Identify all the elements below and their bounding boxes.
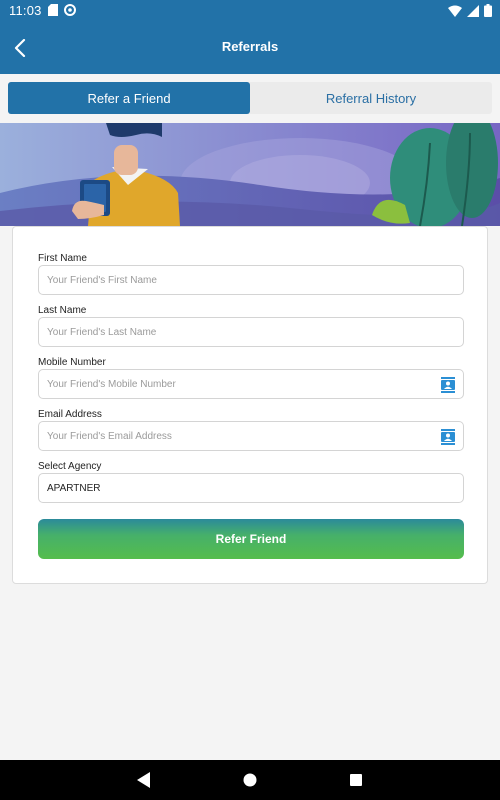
tab-refer-a-friend[interactable]: Refer a Friend <box>8 82 250 114</box>
wifi-icon <box>448 5 462 17</box>
mobile-number-input[interactable]: Your Friend's Mobile Number <box>38 369 464 399</box>
mobile-number-label: Mobile Number <box>38 357 106 368</box>
home-circle-icon <box>243 773 257 787</box>
last-name-input[interactable]: Your Friend's Last Name <box>38 317 464 347</box>
recents-square-icon <box>350 774 362 786</box>
battery-icon <box>484 4 492 17</box>
referral-banner-illustration <box>0 123 500 226</box>
contact-book-icon[interactable] <box>441 377 455 393</box>
nav-home-button[interactable] <box>240 770 260 790</box>
agency-select[interactable]: APARTNER <box>38 473 464 503</box>
app-bar: Referrals <box>0 22 500 74</box>
tab-referral-history[interactable]: Referral History <box>250 82 492 114</box>
status-bar: 11:03 <box>0 0 500 22</box>
mobile-number-placeholder: Your Friend's Mobile Number <box>47 379 176 390</box>
first-name-label: First Name <box>38 253 87 264</box>
refer-friend-button[interactable]: Refer Friend <box>38 519 464 559</box>
back-triangle-icon <box>137 772 150 788</box>
first-name-placeholder: Your Friend's First Name <box>47 275 157 286</box>
tab-bar: Refer a Friend Referral History <box>8 82 492 114</box>
sd-card-icon <box>48 4 58 16</box>
sync-icon <box>64 4 76 16</box>
nav-back-button[interactable] <box>134 770 154 790</box>
email-address-label: Email Address <box>38 409 102 420</box>
agency-selected-value: APARTNER <box>47 483 101 494</box>
first-name-input[interactable]: Your Friend's First Name <box>38 265 464 295</box>
signal-icon <box>467 4 479 17</box>
email-address-input[interactable]: Your Friend's Email Address <box>38 421 464 451</box>
email-address-placeholder: Your Friend's Email Address <box>47 431 172 442</box>
system-navigation-bar <box>0 760 500 800</box>
referral-form-card: First Name Your Friend's First Name Last… <box>12 226 488 584</box>
last-name-placeholder: Your Friend's Last Name <box>47 327 157 338</box>
select-agency-label: Select Agency <box>38 461 102 472</box>
last-name-label: Last Name <box>38 305 87 316</box>
banner-artwork <box>0 123 500 226</box>
contact-book-icon[interactable] <box>441 429 455 445</box>
page-title: Referrals <box>221 39 279 54</box>
status-time: 11:03 <box>9 3 42 18</box>
nav-recents-button[interactable] <box>346 770 366 790</box>
